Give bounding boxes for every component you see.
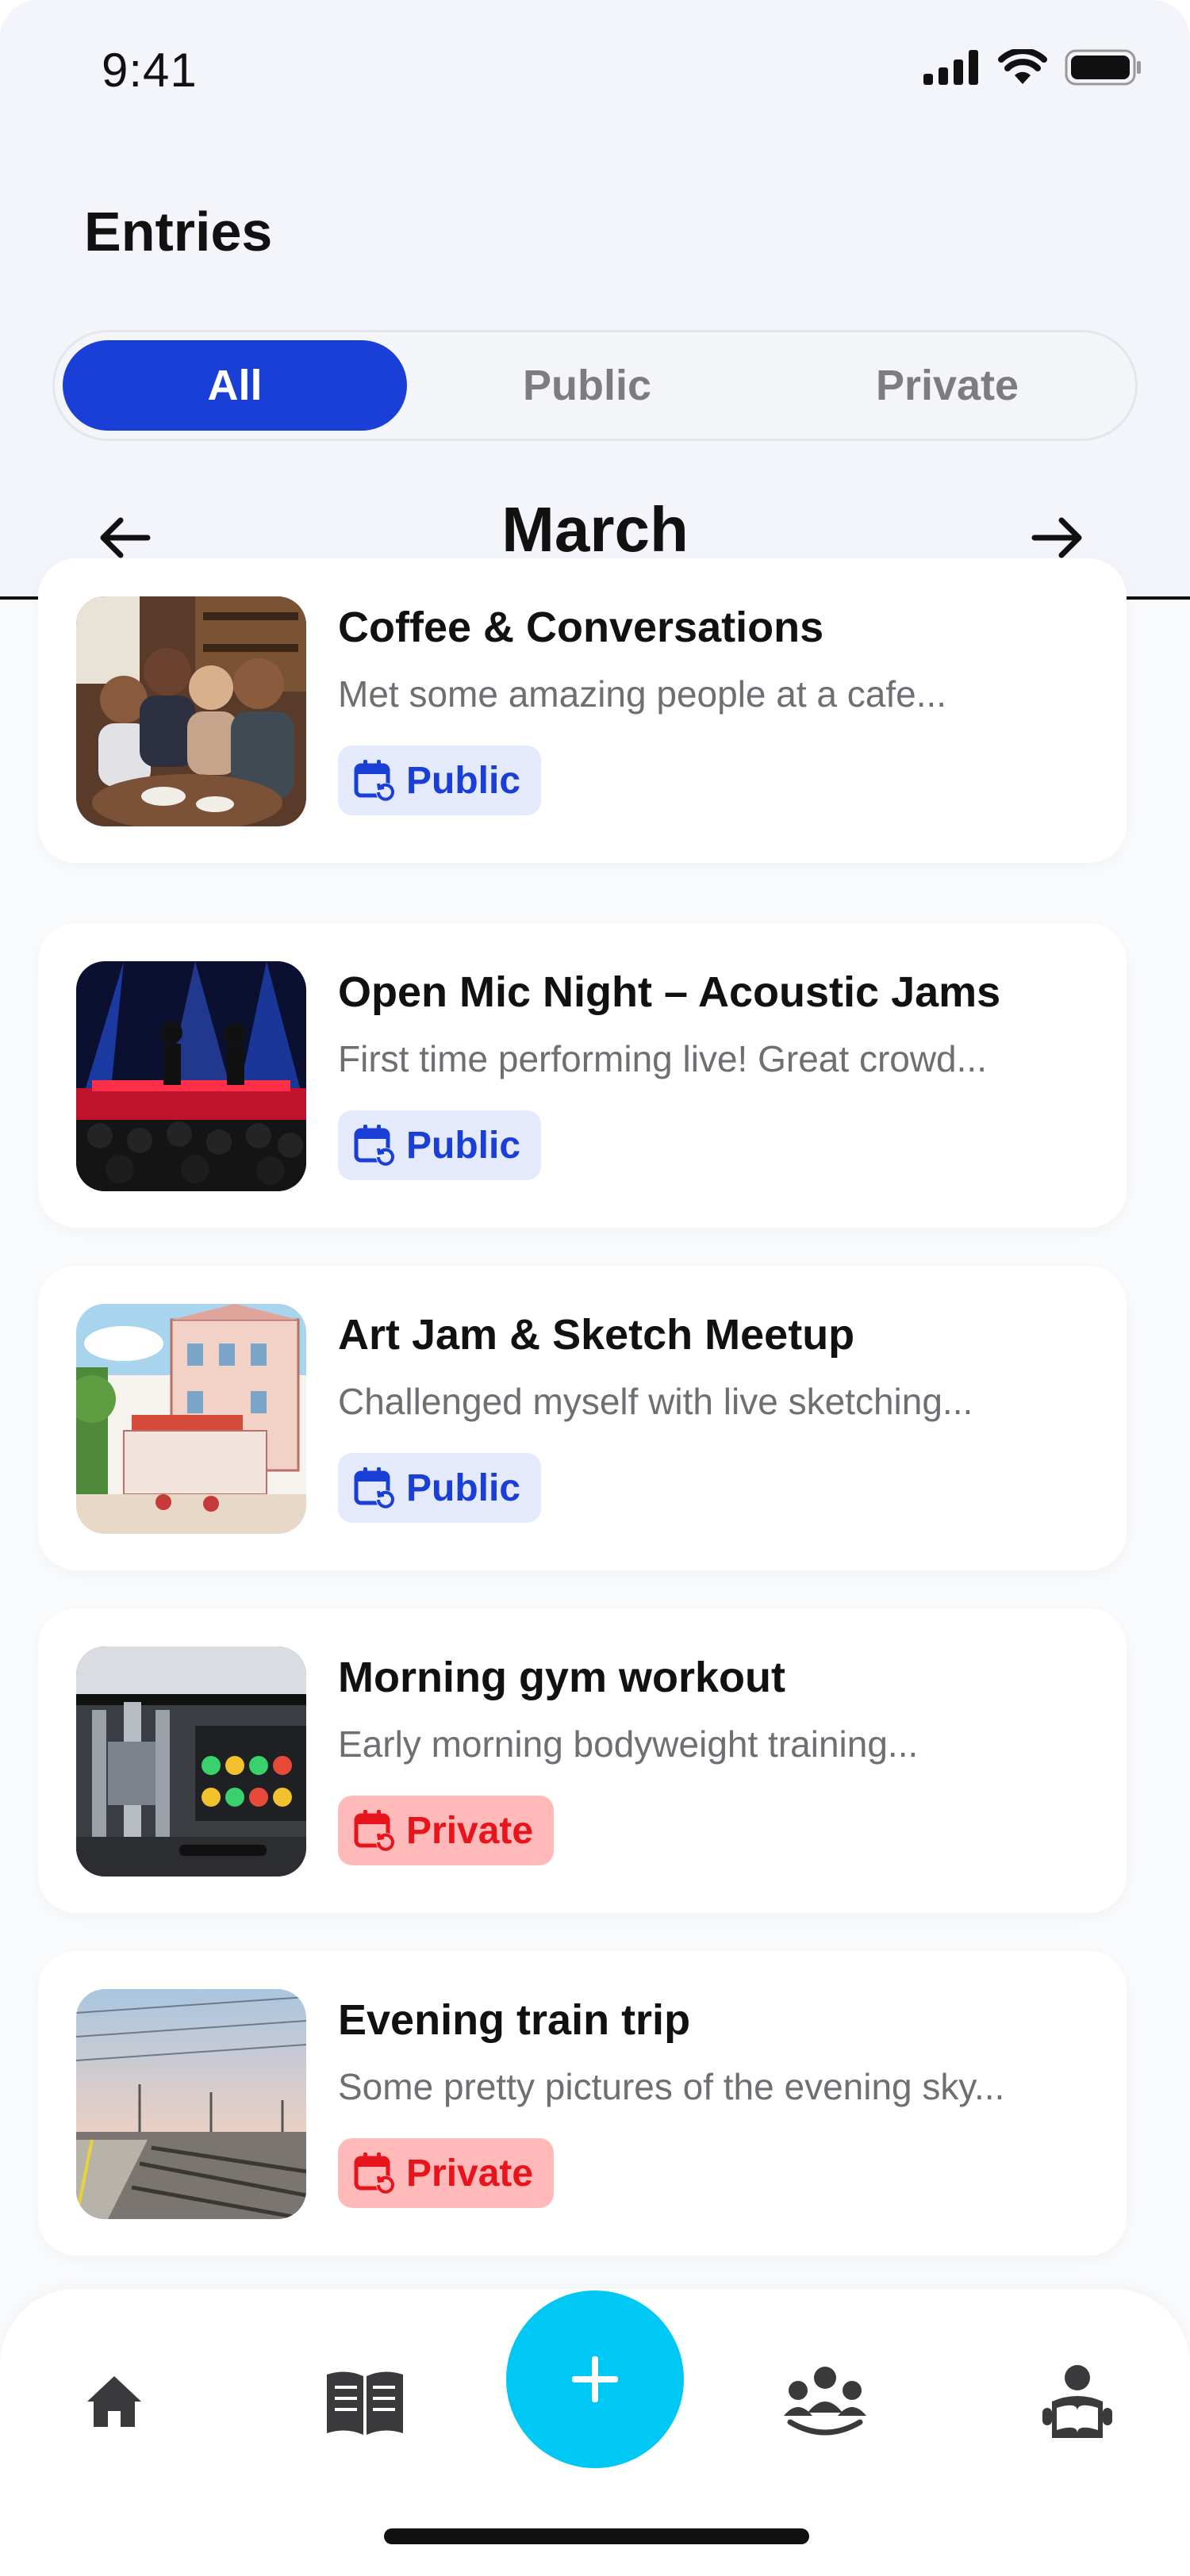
status-time: 9:41: [102, 44, 198, 97]
visibility-badge-private: Private: [338, 2138, 555, 2208]
status-icons: [923, 49, 1142, 86]
visibility-label: Public: [406, 1124, 521, 1167]
month-label: March: [501, 494, 689, 565]
visibility-filter-tabs: All Public Private: [52, 330, 1138, 441]
entry-card[interactable]: Art Jam & Sketch Meetup Challenged mysel…: [38, 1266, 1127, 1570]
entry-thumbnail-train: [76, 1989, 306, 2219]
nav-reader[interactable]: [1030, 2354, 1125, 2449]
entry-title: Art Jam & Sketch Meetup: [338, 1311, 855, 1359]
cellular-signal-icon: [923, 50, 978, 85]
header: 9:41 Entries All Public Private March: [0, 0, 1190, 600]
entry-title: Open Mic Night – Acoustic Jams: [338, 968, 1001, 1016]
reader-profile-icon: [1042, 2365, 1112, 2438]
visibility-badge-public: Public: [338, 1453, 542, 1523]
tab-private[interactable]: Private: [767, 340, 1127, 431]
nav-community[interactable]: [777, 2354, 873, 2449]
calendar-repeat-icon: [354, 1810, 395, 1852]
community-group-icon: [784, 2367, 866, 2436]
entry-title: Morning gym workout: [338, 1654, 785, 1701]
add-entry-button[interactable]: [506, 2290, 684, 2468]
visibility-label: Private: [406, 2152, 534, 2195]
status-bar: 9:41: [0, 0, 1190, 127]
calendar-repeat-icon: [354, 1125, 395, 1167]
entry-description: Met some amazing people at a cafe...: [338, 673, 947, 715]
entry-thumbnail-open-mic: [76, 961, 306, 1191]
entry-title: Evening train trip: [338, 1996, 691, 2044]
tab-all[interactable]: All: [63, 340, 407, 431]
wifi-icon: [998, 49, 1047, 84]
entry-description: Challenged myself with live sketching...: [338, 1381, 973, 1422]
page-title: Entries: [84, 201, 273, 263]
entry-thumbnail-sketch: [76, 1304, 306, 1534]
entries-screen: 9:41 Entries All Public Private March Co…: [0, 0, 1190, 2576]
visibility-label: Public: [406, 1466, 521, 1509]
entry-description: Some pretty pictures of the evening sky.…: [338, 2066, 1005, 2107]
visibility-badge-public: Public: [338, 1110, 542, 1180]
entry-card[interactable]: Evening train trip Some pretty pictures …: [38, 1951, 1127, 2256]
journal-book-icon: [327, 2371, 403, 2435]
tab-public[interactable]: Public: [407, 340, 767, 431]
entry-card[interactable]: Morning gym workout Early morning bodywe…: [38, 1608, 1127, 1913]
entries-list: Coffee & Conversations Met some amazing …: [0, 558, 1190, 2289]
visibility-label: Private: [406, 1809, 534, 1852]
home-indicator: [384, 2528, 809, 2544]
calendar-repeat-icon: [354, 760, 395, 802]
visibility-badge-private: Private: [338, 1796, 555, 1865]
nav-journal[interactable]: [317, 2354, 413, 2449]
entry-title: Coffee & Conversations: [338, 604, 824, 651]
visibility-label: Public: [406, 759, 521, 802]
calendar-repeat-icon: [354, 1467, 395, 1509]
entry-thumbnail-coffee: [76, 596, 306, 826]
entry-description: First time performing live! Great crowd.…: [338, 1038, 987, 1079]
visibility-badge-public: Public: [338, 746, 542, 815]
entry-description: Early morning bodyweight training...: [338, 1723, 919, 1765]
add-icon: [572, 2356, 618, 2402]
entry-card[interactable]: Open Mic Night – Acoustic Jams First tim…: [38, 923, 1127, 1228]
home-icon: [87, 2376, 141, 2427]
entry-thumbnail-gym: [76, 1646, 306, 1876]
calendar-repeat-icon: [354, 2152, 395, 2195]
nav-home[interactable]: [67, 2354, 162, 2449]
battery-icon: [1065, 49, 1141, 86]
entry-card[interactable]: Coffee & Conversations Met some amazing …: [38, 558, 1127, 863]
